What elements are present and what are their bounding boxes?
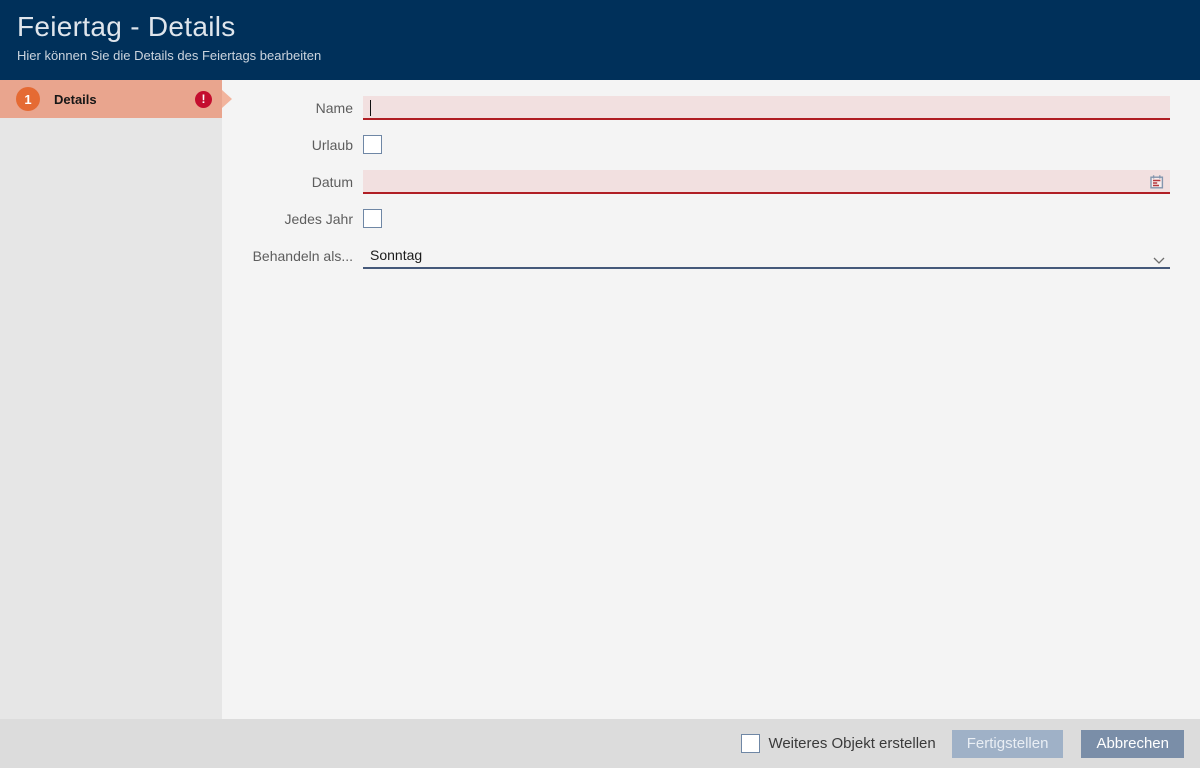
- text-cursor: [370, 100, 371, 116]
- step-label: Details: [54, 92, 195, 107]
- datum-label: Datum: [222, 174, 353, 190]
- wizard-step-details[interactable]: 1 Details !: [0, 80, 222, 118]
- create-another-checkbox[interactable]: [741, 734, 760, 753]
- form-content: Name Urlaub Datum: [222, 80, 1200, 719]
- datum-row: Datum: [222, 163, 1170, 200]
- dialog-body: 1 Details ! Name Urlaub Datum: [0, 80, 1200, 719]
- urlaub-checkbox[interactable]: [363, 135, 382, 154]
- jedes-jahr-row: Jedes Jahr: [222, 200, 1170, 237]
- exclamation-badge-icon: !: [195, 91, 212, 108]
- finish-button[interactable]: Fertigstellen: [952, 730, 1064, 758]
- step-number-badge: 1: [16, 87, 40, 111]
- page-subtitle: Hier können Sie die Details des Feiertag…: [17, 48, 1200, 63]
- name-label: Name: [222, 100, 353, 116]
- jedes-jahr-checkbox[interactable]: [363, 209, 382, 228]
- footer-bar: Weiteres Objekt erstellen Fertigstellen …: [0, 719, 1200, 768]
- name-row: Name: [222, 89, 1170, 126]
- datum-input[interactable]: [363, 170, 1170, 194]
- name-input-wrap: [363, 96, 1170, 120]
- behandeln-als-label: Behandeln als...: [222, 248, 353, 264]
- page-title: Feiertag - Details: [17, 11, 1200, 43]
- behandeln-als-row: Behandeln als... Sonntag: [222, 237, 1170, 274]
- behandeln-als-dropdown[interactable]: Sonntag: [363, 243, 1170, 269]
- create-another-label[interactable]: Weiteres Objekt erstellen: [768, 735, 935, 752]
- name-input[interactable]: [363, 96, 1170, 120]
- wizard-sidebar: 1 Details !: [0, 80, 222, 719]
- dialog-header: Feiertag - Details Hier können Sie die D…: [0, 0, 1200, 80]
- urlaub-row: Urlaub: [222, 126, 1170, 163]
- cancel-button[interactable]: Abbrechen: [1081, 730, 1184, 758]
- urlaub-label: Urlaub: [222, 137, 353, 153]
- dialog-window: Feiertag - Details Hier können Sie die D…: [0, 0, 1200, 768]
- jedes-jahr-label: Jedes Jahr: [222, 211, 353, 227]
- chevron-down-icon: [1153, 252, 1165, 268]
- behandeln-als-selected-value: Sonntag: [370, 247, 422, 263]
- datum-input-wrap: [363, 170, 1170, 194]
- calendar-icon[interactable]: [1147, 172, 1166, 191]
- step-arrow: [222, 90, 232, 108]
